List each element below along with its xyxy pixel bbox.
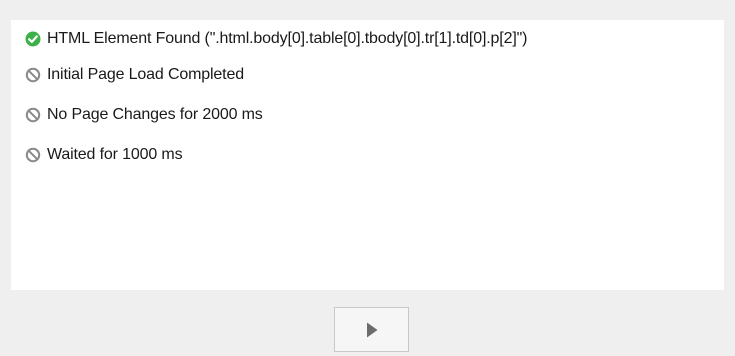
condition-html-element-found: HTML Element Found (".html.body[0].table…: [25, 29, 528, 49]
condition-waited: Waited for 1000 ms: [25, 145, 183, 165]
condition-label: HTML Element Found (".html.body[0].table…: [47, 30, 528, 47]
disabled-circle-icon: [25, 67, 41, 83]
disabled-circle-icon: [25, 147, 41, 163]
disabled-circle-icon: [25, 107, 41, 123]
wait-conditions-panel: HTML Element Found (".html.body[0].table…: [11, 20, 724, 290]
condition-label: Initial Page Load Completed: [47, 66, 244, 83]
condition-initial-page-load: Initial Page Load Completed: [25, 65, 244, 85]
condition-label: No Page Changes for 2000 ms: [47, 106, 263, 123]
play-button[interactable]: [334, 307, 409, 352]
condition-label: Waited for 1000 ms: [47, 146, 183, 163]
play-icon: [366, 322, 377, 337]
check-circle-icon: [25, 31, 41, 47]
condition-no-page-changes: No Page Changes for 2000 ms: [25, 105, 263, 125]
